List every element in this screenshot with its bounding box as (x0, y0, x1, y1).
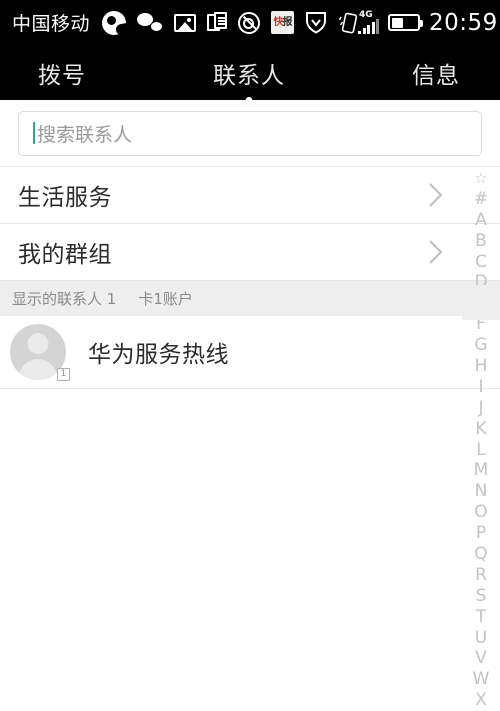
index-item-c[interactable]: C (462, 252, 500, 273)
qq-icon (102, 10, 127, 35)
tab-contacts-label: 联系人 (213, 62, 285, 89)
tab-dialer-label: 拨号 (38, 62, 86, 89)
index-item-u[interactable]: U (462, 628, 500, 649)
index-item-s[interactable]: S (462, 586, 500, 607)
status-bar-system-icons: 4G 20:59 (358, 10, 498, 36)
carrier-label: 中国移动 (12, 13, 91, 35)
index-item-m[interactable]: M (462, 460, 500, 481)
active-tab-indicator-dot (245, 96, 253, 104)
mute-icon (238, 11, 261, 34)
index-item-hash[interactable]: # (462, 189, 500, 210)
text-cursor (33, 122, 35, 144)
contacts-app-screen: 中国移动 快报 4G 20:59 拨号 联系人 信息 搜索联系人 生活服务 我的… (0, 0, 500, 711)
account-label: 卡1账户 (138, 290, 193, 308)
index-item-favorites[interactable]: ☆ (462, 168, 500, 189)
index-item-n[interactable]: N (462, 481, 500, 502)
index-item-l[interactable]: L (462, 440, 500, 461)
tab-dialer[interactable]: 拨号 (0, 56, 179, 90)
sim-badge: 1 (57, 368, 70, 381)
tab-contacts[interactable]: 联系人 (179, 56, 320, 104)
index-item-j[interactable]: J (462, 398, 500, 419)
index-item-q[interactable]: Q (462, 544, 500, 565)
index-item-p[interactable]: P (462, 523, 500, 544)
copy-icon (207, 12, 228, 33)
tab-messages-label: 信息 (412, 62, 461, 89)
index-item-h[interactable]: H (462, 356, 500, 377)
network-type-label: 4G (359, 9, 373, 20)
displayed-contacts-count: 显示的联系人 1 (12, 290, 117, 308)
contact-name: 华为服务热线 (88, 342, 229, 368)
main-tab-bar: 拨号 联系人 信息 (0, 45, 500, 104)
status-bar: 中国移动 快报 4G 20:59 (0, 0, 500, 45)
list-item-label: 我的群组 (18, 242, 112, 268)
index-item-g[interactable]: G (462, 335, 500, 356)
chevron-right-icon (428, 181, 444, 209)
shield-icon (305, 11, 327, 34)
signal-strength-icon: 4G (358, 9, 380, 34)
list-item-life-services[interactable]: 生活服务 (0, 167, 500, 224)
index-item-t[interactable]: T (462, 607, 500, 628)
status-bar-notification-icons: 快报 (102, 10, 358, 35)
index-item-o[interactable]: O (462, 502, 500, 523)
list-item-my-groups[interactable]: 我的群组 (0, 224, 500, 281)
list-item-contact[interactable]: 1 华为服务热线 (0, 316, 500, 389)
index-item-b[interactable]: B (462, 231, 500, 252)
index-item-i[interactable]: I (462, 377, 500, 398)
index-item-k[interactable]: K (462, 419, 500, 440)
alphabet-index-scrubber[interactable]: ☆ # A B C D E F G H I J K L M N O P Q R … (462, 165, 500, 711)
gallery-icon (174, 13, 197, 32)
tab-messages[interactable]: 信息 (319, 56, 500, 90)
search-placeholder: 搜索联系人 (37, 123, 133, 146)
phone-shake-icon (338, 11, 358, 34)
list-item-label: 生活服务 (18, 185, 112, 211)
index-item-x[interactable]: X (462, 690, 500, 711)
news-app-icon: 快报 (271, 11, 295, 34)
news-icon-char-right: 报 (282, 16, 293, 28)
search-bar-container: 搜索联系人 (0, 100, 500, 167)
contacts-section-header: 显示的联系人 1 卡1账户 (0, 281, 500, 316)
search-input[interactable]: 搜索联系人 (18, 110, 482, 156)
clock-label: 20:59 (429, 9, 498, 36)
index-item-v[interactable]: V (462, 648, 500, 669)
news-icon-char-left: 快 (273, 16, 284, 28)
index-item-w[interactable]: W (462, 669, 500, 690)
index-item-r[interactable]: R (462, 565, 500, 586)
index-item-a[interactable]: A (462, 210, 500, 231)
chevron-right-icon (428, 238, 444, 266)
wechat-icon (137, 13, 164, 32)
battery-icon (388, 14, 424, 31)
